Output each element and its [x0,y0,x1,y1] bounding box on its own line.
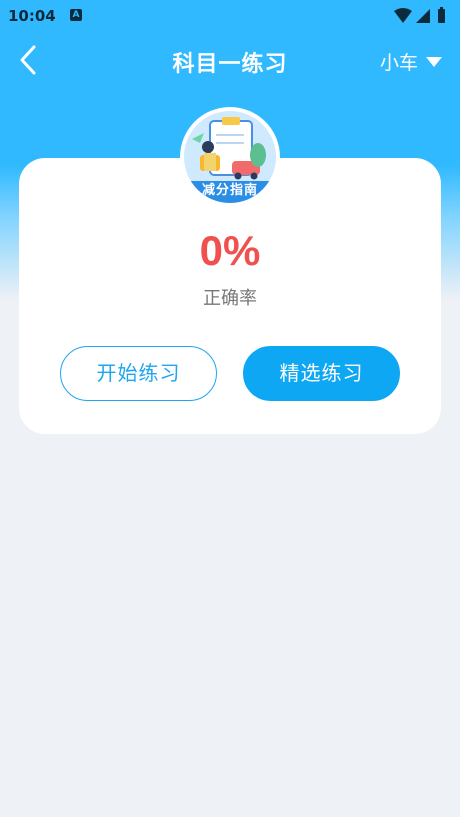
caret-down-icon [426,56,442,67]
app-bar: 科目一练习 小车 [0,32,460,88]
wifi-icon [394,8,412,23]
signal-icon [416,9,430,23]
selected-practice-button[interactable]: 精选练习 [243,346,400,401]
status-bar: 10:04 A [0,0,460,32]
vehicle-type-label: 小车 [379,52,418,74]
badge-label: 减分指南 [184,181,276,203]
start-practice-button[interactable]: 开始练习 [60,346,217,401]
accuracy-value: 0% [199,227,261,274]
battery-icon [438,9,445,23]
accuracy-label: 正确率 [203,288,257,309]
status-icons [394,7,445,23]
guide-badge[interactable]: 减分指南 [180,107,280,207]
status-time: 10:04 [8,7,56,25]
badge-illustration: 减分指南 [184,111,276,203]
notification-icon: A [70,9,82,21]
vehicle-type-selector[interactable]: 小车 [380,48,442,75]
